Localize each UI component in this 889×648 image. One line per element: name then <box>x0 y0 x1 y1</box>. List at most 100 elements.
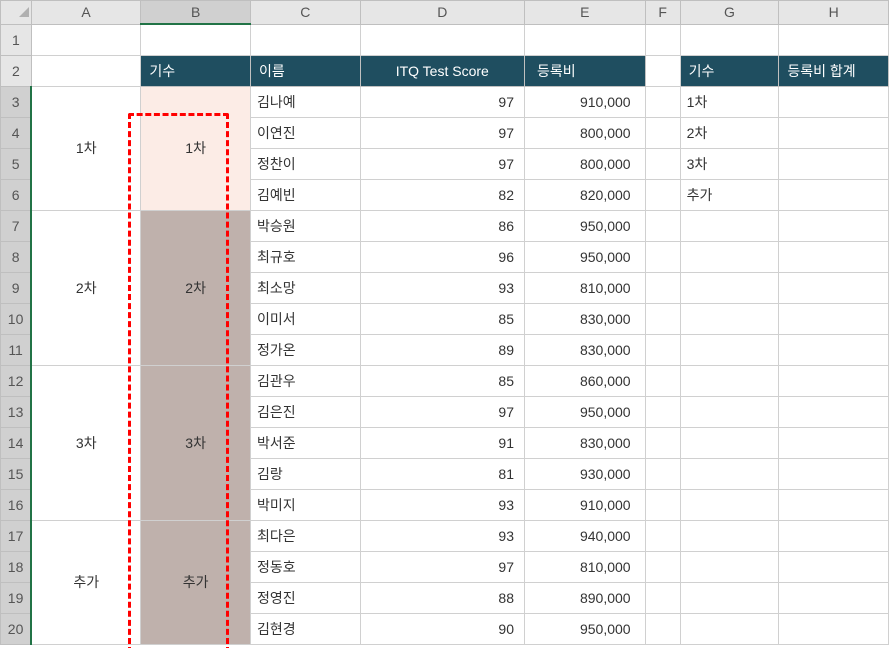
fee-cell[interactable]: 890,000 <box>525 582 646 613</box>
score-cell[interactable]: 90 <box>360 613 524 644</box>
group-a-cell[interactable]: 1차 <box>31 86 141 210</box>
cell[interactable] <box>680 24 779 55</box>
cell[interactable] <box>645 55 680 86</box>
col-header-D[interactable]: D <box>360 1 524 25</box>
name-cell[interactable]: 최소망 <box>250 272 360 303</box>
cell[interactable] <box>779 365 889 396</box>
name-cell[interactable]: 박승원 <box>250 210 360 241</box>
fee-cell[interactable]: 910,000 <box>525 86 646 117</box>
cell[interactable] <box>360 24 524 55</box>
select-all-corner[interactable] <box>1 1 32 25</box>
fee-cell[interactable]: 830,000 <box>525 334 646 365</box>
summary-value-cell[interactable] <box>779 179 889 210</box>
score-cell[interactable]: 96 <box>360 241 524 272</box>
name-cell[interactable]: 이미서 <box>250 303 360 334</box>
group-a-cell[interactable]: 추가 <box>31 520 141 644</box>
cell[interactable] <box>779 334 889 365</box>
name-cell[interactable]: 김예빈 <box>250 179 360 210</box>
score-cell[interactable]: 97 <box>360 396 524 427</box>
fee-cell[interactable]: 830,000 <box>525 303 646 334</box>
name-cell[interactable]: 김랑 <box>250 458 360 489</box>
score-cell[interactable]: 93 <box>360 272 524 303</box>
name-cell[interactable]: 정동호 <box>250 551 360 582</box>
fee-cell[interactable]: 930,000 <box>525 458 646 489</box>
name-cell[interactable]: 정가온 <box>250 334 360 365</box>
row-header[interactable]: 11 <box>1 334 32 365</box>
cell[interactable] <box>680 489 779 520</box>
fee-cell[interactable]: 830,000 <box>525 427 646 458</box>
row-header[interactable]: 15 <box>1 458 32 489</box>
cell[interactable] <box>680 365 779 396</box>
fee-cell[interactable]: 800,000 <box>525 148 646 179</box>
name-cell[interactable]: 박서준 <box>250 427 360 458</box>
group-b-cell[interactable]: 추가 <box>141 520 251 644</box>
row-header[interactable]: 14 <box>1 427 32 458</box>
cell[interactable] <box>645 489 680 520</box>
fee-cell[interactable]: 950,000 <box>525 396 646 427</box>
summary-label-cell[interactable]: 2차 <box>680 117 779 148</box>
score-cell[interactable]: 97 <box>360 117 524 148</box>
cell[interactable] <box>645 210 680 241</box>
cell[interactable] <box>645 520 680 551</box>
score-cell[interactable]: 86 <box>360 210 524 241</box>
col-header-A[interactable]: A <box>31 1 141 25</box>
cell[interactable] <box>680 582 779 613</box>
fee-cell[interactable]: 950,000 <box>525 241 646 272</box>
cell[interactable] <box>680 396 779 427</box>
cell[interactable] <box>645 582 680 613</box>
row-header[interactable]: 8 <box>1 241 32 272</box>
name-cell[interactable]: 김나예 <box>250 86 360 117</box>
cell[interactable] <box>779 303 889 334</box>
cell[interactable] <box>779 272 889 303</box>
cell[interactable] <box>31 55 141 86</box>
cell[interactable] <box>779 520 889 551</box>
header-sum-gisu[interactable]: 기수 <box>680 55 779 86</box>
group-b-cell[interactable]: 2차 <box>141 210 251 365</box>
cell[interactable] <box>645 458 680 489</box>
fee-cell[interactable]: 810,000 <box>525 551 646 582</box>
fee-cell[interactable]: 800,000 <box>525 117 646 148</box>
score-cell[interactable]: 97 <box>360 86 524 117</box>
group-a-cell[interactable]: 3차 <box>31 365 141 520</box>
col-header-B[interactable]: B <box>141 1 251 25</box>
row-header[interactable]: 10 <box>1 303 32 334</box>
row-header[interactable]: 4 <box>1 117 32 148</box>
cell[interactable] <box>645 272 680 303</box>
cell[interactable] <box>779 396 889 427</box>
name-cell[interactable]: 박미지 <box>250 489 360 520</box>
score-cell[interactable]: 85 <box>360 303 524 334</box>
summary-label-cell[interactable]: 추가 <box>680 179 779 210</box>
fee-cell[interactable]: 860,000 <box>525 365 646 396</box>
header-gisu[interactable]: 기수 <box>141 55 251 86</box>
cell[interactable] <box>680 520 779 551</box>
header-fee[interactable]: 등록비 <box>525 55 646 86</box>
fee-cell[interactable]: 950,000 <box>525 210 646 241</box>
cell[interactable] <box>645 241 680 272</box>
score-cell[interactable]: 89 <box>360 334 524 365</box>
cell[interactable] <box>779 582 889 613</box>
score-cell[interactable]: 81 <box>360 458 524 489</box>
cell[interactable] <box>645 613 680 644</box>
cell[interactable] <box>680 551 779 582</box>
cell[interactable] <box>680 458 779 489</box>
row-header[interactable]: 2 <box>1 55 32 86</box>
cell[interactable] <box>680 334 779 365</box>
cell[interactable] <box>250 24 360 55</box>
cell[interactable] <box>525 24 646 55</box>
cell[interactable] <box>645 551 680 582</box>
name-cell[interactable]: 이연진 <box>250 117 360 148</box>
row-header[interactable]: 5 <box>1 148 32 179</box>
cell[interactable] <box>645 86 680 117</box>
cell[interactable] <box>645 427 680 458</box>
cell[interactable] <box>779 24 889 55</box>
cell[interactable] <box>779 551 889 582</box>
cell[interactable] <box>680 613 779 644</box>
fee-cell[interactable]: 940,000 <box>525 520 646 551</box>
fee-cell[interactable]: 810,000 <box>525 272 646 303</box>
cell[interactable] <box>645 24 680 55</box>
fee-cell[interactable]: 910,000 <box>525 489 646 520</box>
score-cell[interactable]: 82 <box>360 179 524 210</box>
header-score[interactable]: ITQ Test Score <box>360 55 524 86</box>
score-cell[interactable]: 88 <box>360 582 524 613</box>
group-b-cell[interactable]: 3차 <box>141 365 251 520</box>
